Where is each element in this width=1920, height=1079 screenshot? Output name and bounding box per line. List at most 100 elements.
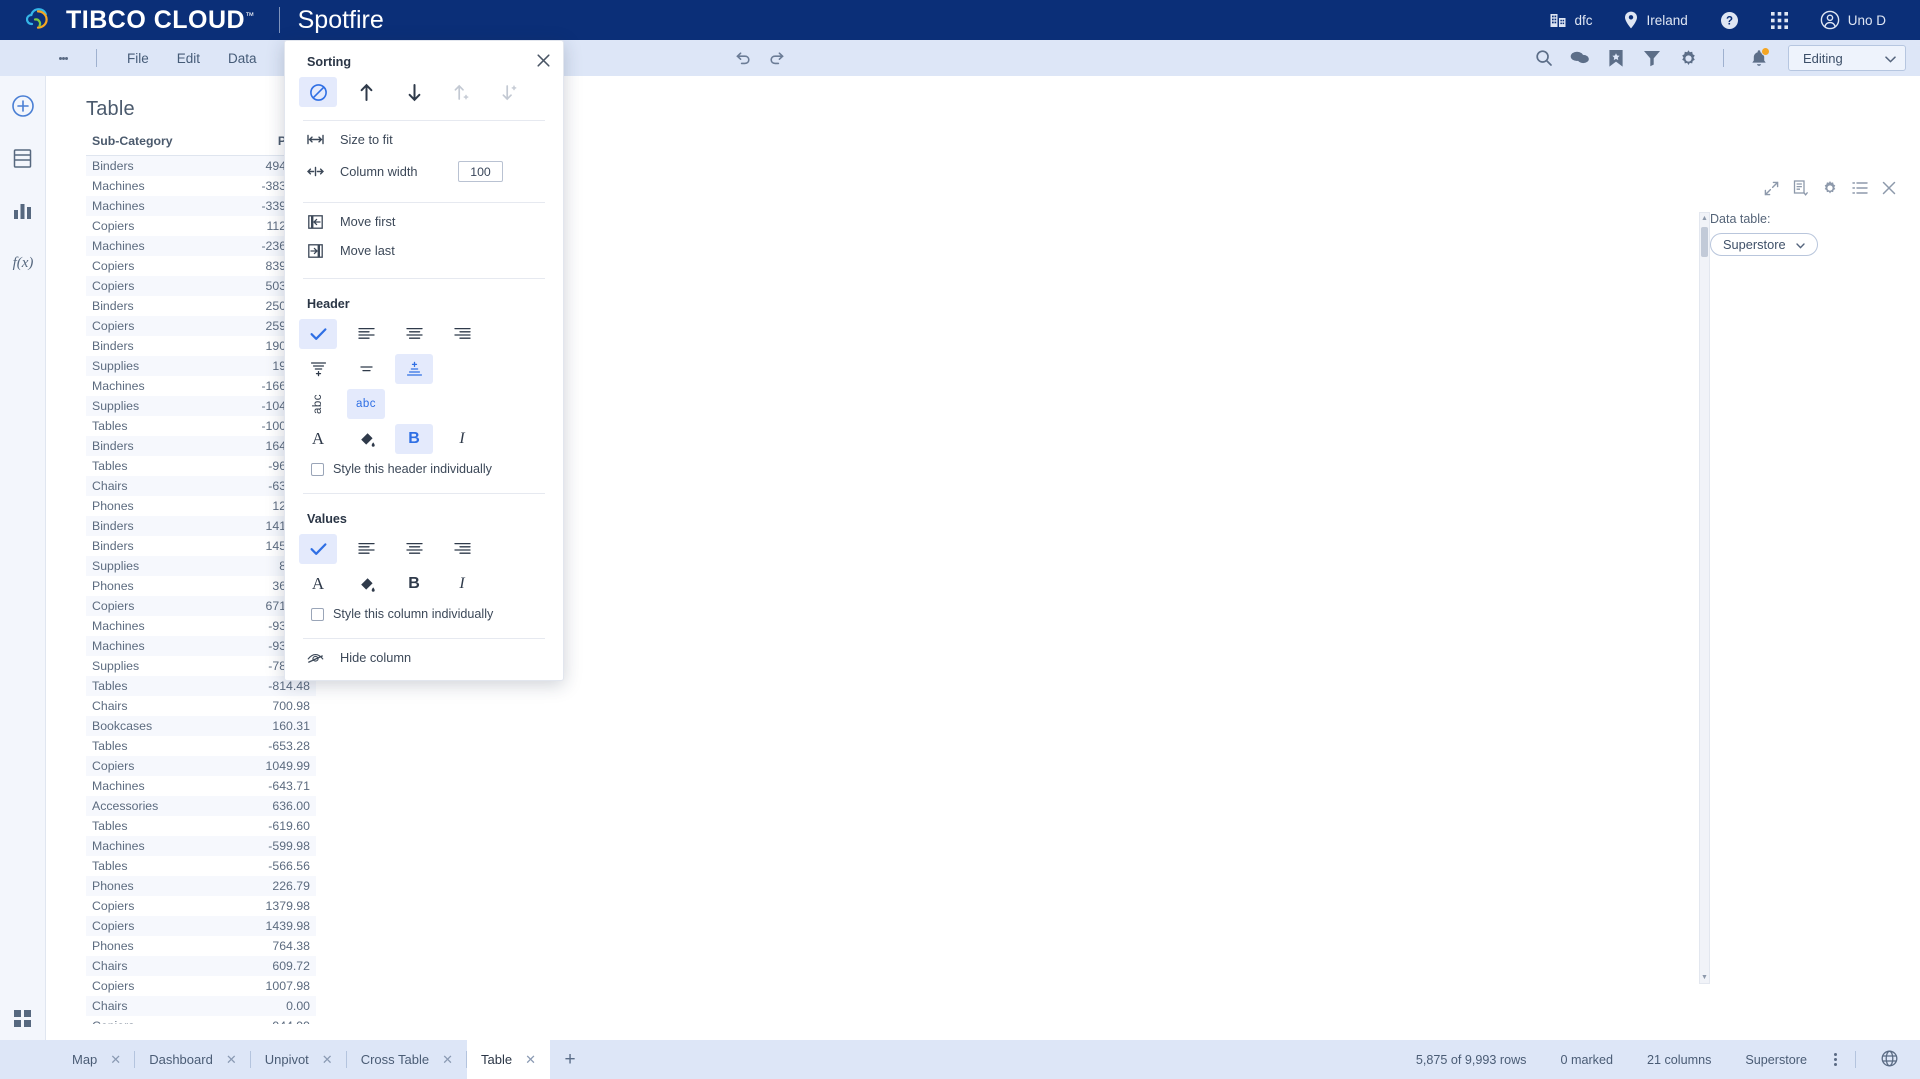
move-first-item[interactable]: Move first bbox=[285, 207, 563, 236]
layout-icon[interactable] bbox=[7, 1003, 39, 1035]
table-row[interactable]: Binders4946.37 bbox=[86, 155, 316, 176]
header-font-color-button[interactable]: A bbox=[299, 424, 337, 454]
kebab-menu-icon[interactable] bbox=[1824, 1051, 1847, 1067]
table-row[interactable]: Supplies-786.01 bbox=[86, 656, 316, 676]
search-icon[interactable] bbox=[1527, 41, 1561, 75]
style-column-individually-checkbox[interactable] bbox=[311, 607, 324, 621]
table-row[interactable]: Phones 764.38 bbox=[86, 936, 316, 956]
comments-icon[interactable] bbox=[1563, 41, 1597, 75]
popup-close-icon[interactable] bbox=[531, 48, 555, 72]
values-align-center-button[interactable] bbox=[395, 534, 433, 564]
data-table-dropdown[interactable]: Superstore bbox=[1710, 233, 1818, 256]
add-icon[interactable] bbox=[7, 90, 39, 122]
table-row[interactable]: Binders1906.49 bbox=[86, 336, 316, 356]
expression-icon[interactable]: f(x) bbox=[7, 246, 39, 278]
sort-descending-button[interactable] bbox=[395, 77, 433, 107]
scrollbar-thumb[interactable] bbox=[1701, 227, 1708, 257]
table-row[interactable]: Copiers1120.00 bbox=[86, 216, 316, 236]
table-row[interactable]: Machines -599.98 bbox=[86, 836, 316, 856]
table-row[interactable]: Chairs 700.98 bbox=[86, 696, 316, 716]
table-row[interactable]: Machines -643.71 bbox=[86, 776, 316, 796]
close-icon[interactable]: ✕ bbox=[525, 1053, 536, 1066]
table-row[interactable]: Machines-3399.98 bbox=[86, 196, 316, 216]
close-icon[interactable]: ✕ bbox=[442, 1053, 453, 1066]
table-row[interactable]: Tables-1002.78 bbox=[86, 416, 316, 436]
table-row[interactable]: Copiers 1007.98 bbox=[86, 976, 316, 996]
size-to-fit-item[interactable]: Size to fit bbox=[285, 125, 563, 154]
page-tab-map[interactable]: Map ✕ bbox=[58, 1040, 136, 1079]
table-row[interactable]: Machines-1668.21 bbox=[86, 376, 316, 396]
table-row[interactable]: Machines-2365.98 bbox=[86, 236, 316, 256]
filter-icon[interactable] bbox=[1635, 41, 1669, 75]
header-align-left-button[interactable] bbox=[347, 319, 385, 349]
table-row[interactable]: Binders1415.43 bbox=[86, 516, 316, 536]
list-icon[interactable] bbox=[1852, 181, 1868, 195]
menu-edit[interactable]: Edit bbox=[163, 40, 214, 76]
nav-organization[interactable]: dfc bbox=[1534, 0, 1608, 40]
hide-column-item[interactable]: Hide column bbox=[285, 643, 563, 672]
toolbar-overflow-menu[interactable] bbox=[46, 40, 80, 76]
redo-button[interactable] bbox=[760, 41, 794, 75]
brand-logo-area[interactable]: TIBCO CLOUD™ bbox=[0, 6, 255, 35]
header-valign-bottom-button[interactable] bbox=[395, 354, 433, 384]
table-row[interactable]: Phones127.59 bbox=[86, 496, 316, 516]
table-row[interactable]: Machines-935.96 bbox=[86, 636, 316, 656]
style-header-individually-checkbox[interactable] bbox=[311, 462, 324, 476]
undo-button[interactable] bbox=[726, 41, 760, 75]
table-row[interactable]: Copiers 1049.99 bbox=[86, 756, 316, 776]
column-header-sub-category[interactable]: Sub-Category bbox=[86, 130, 226, 156]
table-row[interactable]: Copiers944.99 bbox=[86, 1016, 316, 1024]
table-row[interactable]: Chairs-630.88 bbox=[86, 476, 316, 496]
page-tab-unpivot[interactable]: Unpivot ✕ bbox=[251, 1040, 347, 1079]
values-font-color-button[interactable]: A bbox=[299, 569, 337, 599]
scroll-up-icon[interactable]: ▲ bbox=[1700, 213, 1709, 224]
globe-icon[interactable] bbox=[1864, 1050, 1904, 1070]
table-row[interactable]: Chairs 609.72 bbox=[86, 956, 316, 976]
nav-user[interactable]: Uno D bbox=[1804, 0, 1902, 40]
table-row[interactable]: Binders1453.12 bbox=[86, 536, 316, 556]
table-row[interactable]: Tables -619.60 bbox=[86, 816, 316, 836]
style-header-individually-row[interactable]: Style this header individually bbox=[285, 454, 563, 480]
table-row[interactable]: Copiers8399.98 bbox=[86, 256, 316, 276]
style-column-individually-row[interactable]: Style this column individually bbox=[285, 599, 563, 625]
nav-apps[interactable] bbox=[1755, 0, 1804, 40]
header-valign-middle-button[interactable] bbox=[347, 354, 385, 384]
visualization-icon[interactable] bbox=[7, 194, 39, 226]
table-row[interactable]: Tables-968.88 bbox=[86, 456, 316, 476]
table-row[interactable]: Copiers6719.98 bbox=[86, 596, 316, 616]
table-row[interactable]: Supplies-1049.34 bbox=[86, 396, 316, 416]
page-tab-cross-table[interactable]: Cross Table ✕ bbox=[347, 1040, 468, 1079]
move-last-item[interactable]: Move last bbox=[285, 236, 563, 265]
header-italic-button[interactable]: I bbox=[443, 424, 481, 454]
table-row[interactable]: Accessories 636.00 bbox=[86, 796, 316, 816]
scroll-down-icon[interactable]: ▼ bbox=[1700, 972, 1709, 983]
sort-ascending-button[interactable] bbox=[347, 77, 385, 107]
table-row[interactable]: Supplies196.50 bbox=[86, 356, 316, 376]
header-auto-align-button[interactable] bbox=[299, 319, 337, 349]
table-row[interactable]: Machines-938.28 bbox=[86, 616, 316, 636]
nav-region[interactable]: Ireland bbox=[1608, 0, 1703, 40]
close-icon[interactable]: ✕ bbox=[322, 1053, 333, 1066]
close-icon[interactable]: ✕ bbox=[110, 1053, 121, 1066]
table-row[interactable]: Phones 226.79 bbox=[86, 876, 316, 896]
close-icon[interactable]: ✕ bbox=[226, 1053, 237, 1066]
nav-help[interactable]: ? bbox=[1704, 0, 1755, 40]
menu-data[interactable]: Data bbox=[214, 40, 271, 76]
settings-icon[interactable] bbox=[1822, 180, 1838, 196]
table-row[interactable]: Bookcases 160.31 bbox=[86, 716, 316, 736]
table-row[interactable]: Tables -566.56 bbox=[86, 856, 316, 876]
close-icon[interactable] bbox=[1882, 181, 1896, 195]
values-italic-button[interactable]: I bbox=[443, 569, 481, 599]
add-page-button[interactable]: + bbox=[550, 1040, 590, 1079]
notifications-icon[interactable] bbox=[1742, 41, 1776, 75]
edit-mode-dropdown[interactable]: Editing bbox=[1788, 45, 1906, 71]
table-row[interactable]: Binders2504.22 bbox=[86, 296, 316, 316]
export-icon[interactable] bbox=[1793, 180, 1808, 196]
menu-file[interactable]: File bbox=[113, 40, 163, 76]
header-fill-color-button[interactable] bbox=[347, 424, 385, 454]
table-row[interactable]: Tables -814.48 bbox=[86, 676, 316, 696]
values-bold-button[interactable]: B bbox=[395, 569, 433, 599]
header-align-center-button[interactable] bbox=[395, 319, 433, 349]
values-fill-color-button[interactable] bbox=[347, 569, 385, 599]
table-row[interactable]: Machines-3839.99 bbox=[86, 176, 316, 196]
